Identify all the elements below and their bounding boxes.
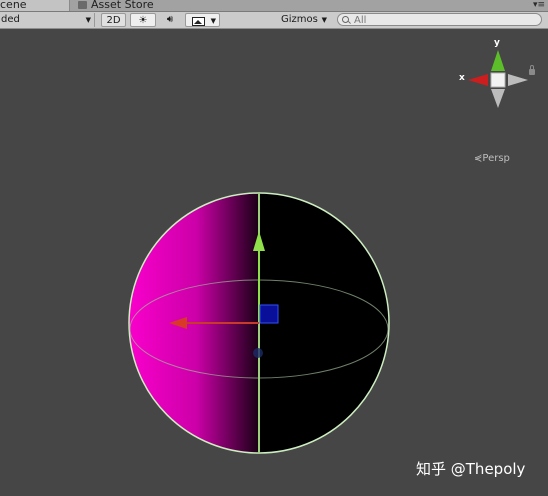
chevron-down-icon: ▼ [85, 16, 91, 24]
scene-orientation-gizmo [468, 50, 528, 108]
chevron-down-icon: ▼ [321, 16, 327, 24]
image-icon [192, 17, 205, 26]
shading-mode-label: ded [1, 14, 20, 25]
watermark: 知乎 @Thepoly [416, 460, 526, 478]
search-placeholder: All [354, 15, 367, 26]
toggle-2d-button[interactable]: 2D [101, 13, 126, 27]
shading-mode-dropdown[interactable]: ded ▼ [0, 13, 95, 27]
tab-bar: cene Asset Store ▾≡ [0, 0, 548, 12]
axis-x-label: x [459, 73, 465, 83]
speaker-icon: 🔊︎ [166, 14, 174, 25]
audio-toggle-button[interactable]: 🔊︎ [157, 13, 183, 27]
gizmos-label: Gizmos [281, 14, 318, 25]
search-icon [342, 16, 349, 23]
panel-menu-icon[interactable]: ▾≡ [533, 1, 545, 10]
tab-scene[interactable]: cene [0, 0, 70, 11]
scene-canvas [128, 50, 528, 454]
effects-dropdown[interactable]: ▼ [185, 13, 220, 27]
lock-icon[interactable] [529, 65, 535, 75]
gizmos-dropdown[interactable]: Gizmos ▼ [277, 13, 330, 27]
gizmo-z-handle [253, 348, 263, 358]
scene-viewport[interactable]: y x ⋞Persp [0, 29, 548, 496]
tab-asset-store-label: Asset Store [91, 0, 154, 11]
tab-asset-store[interactable]: Asset Store [78, 0, 154, 11]
axis-y-label: y [494, 38, 500, 48]
projection-toggle[interactable]: ⋞Persp [474, 153, 510, 164]
tab-scene-label: cene [0, 0, 27, 11]
toggle-2d-label: 2D [106, 15, 121, 26]
lighting-toggle-button[interactable]: ☀ [130, 13, 156, 27]
scene-toolbar: ded ▼ 2D ☀ 🔊︎ ▼ Gizmos ▼ All [0, 12, 548, 29]
projection-label: Persp [482, 153, 510, 164]
asset-store-icon [78, 1, 87, 9]
sun-icon: ☀ [138, 15, 148, 26]
search-input[interactable]: All [337, 13, 542, 26]
gizmo-plane-handle [259, 304, 279, 324]
chevron-down-icon: ▼ [210, 17, 216, 25]
